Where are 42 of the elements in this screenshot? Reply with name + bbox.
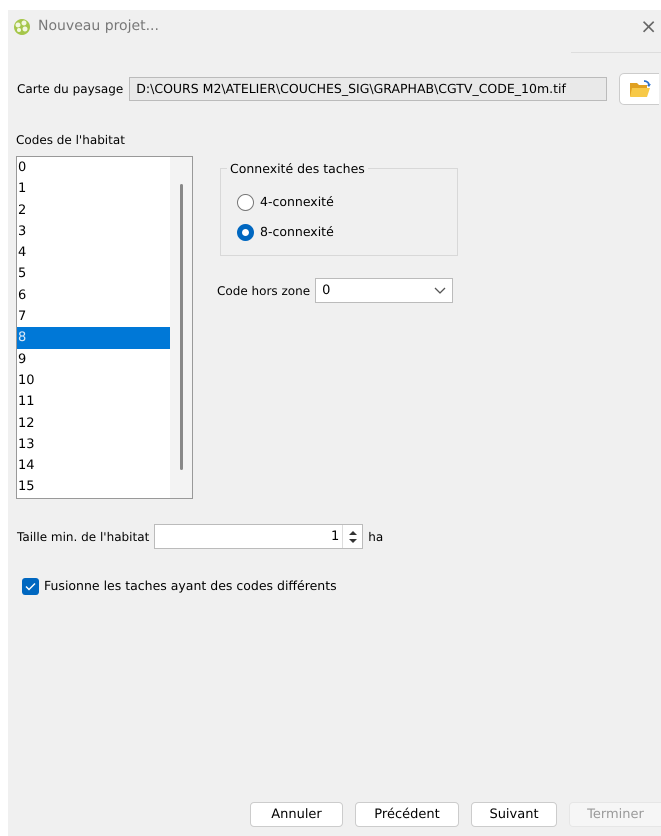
radio-button[interactable] <box>237 224 254 240</box>
list-item[interactable]: 3 <box>17 220 170 242</box>
dropdown-value: 0 <box>322 282 330 300</box>
window-title: Nouveau projet... <box>38 16 160 36</box>
wizard-button[interactable]: Précédent <box>355 802 459 827</box>
checkmark-icon <box>25 582 36 591</box>
list-item[interactable]: 4 <box>17 242 170 264</box>
spinner-value: 1 <box>331 528 340 546</box>
close-button[interactable]: × <box>640 16 661 36</box>
file-path-field[interactable]: D:\COURS M2\ATELIER\COUCHES_SIG\GRAPHAB\CGTV_CODE_10m.tif <box>129 77 608 101</box>
list-item[interactable]: 11 <box>17 391 170 413</box>
checkbox[interactable] <box>22 578 39 595</box>
chevron-down-icon <box>434 286 446 294</box>
unit-label: ha <box>368 528 384 546</box>
number-spinner[interactable]: 1 <box>154 524 364 549</box>
list-item[interactable]: 9 <box>17 348 170 370</box>
list-item[interactable]: 8 <box>17 327 170 349</box>
list-item[interactable]: 12 <box>17 412 170 434</box>
list-item[interactable]: 0 <box>17 157 170 178</box>
field-label: Carte du paysage <box>17 81 124 98</box>
folder-icon <box>628 80 651 98</box>
list-item[interactable]: 14 <box>17 455 170 476</box>
list-item[interactable]: 15 <box>17 476 170 498</box>
wizard-button[interactable]: Suivant <box>471 802 557 827</box>
radio-button[interactable] <box>237 194 254 210</box>
scrollbar-thumb[interactable] <box>180 184 182 470</box>
list-item[interactable]: 6 <box>17 284 170 306</box>
field-label: Taille min. de l'habitat <box>17 528 150 546</box>
section-label: Codes de l'habitat <box>16 132 126 149</box>
radio-label: 8-connexité <box>260 222 334 241</box>
list-item[interactable]: 10 <box>17 370 170 392</box>
field-label: Code hors zone <box>217 282 310 300</box>
checkbox-label: Fusionne les taches ayant des codes différents <box>44 577 337 595</box>
list-item[interactable]: 5 <box>17 263 170 285</box>
wizard-button[interactable]: Annuler <box>250 802 343 827</box>
dropdown[interactable]: 0 <box>315 278 454 303</box>
list-item[interactable]: 7 <box>17 306 170 328</box>
list-item[interactable]: 1 <box>17 178 170 200</box>
app-icon <box>12 16 32 36</box>
list-item[interactable]: 2 <box>17 200 170 221</box>
list-item[interactable]: 13 <box>17 434 170 456</box>
radio-label: 4-connexité <box>260 192 334 211</box>
